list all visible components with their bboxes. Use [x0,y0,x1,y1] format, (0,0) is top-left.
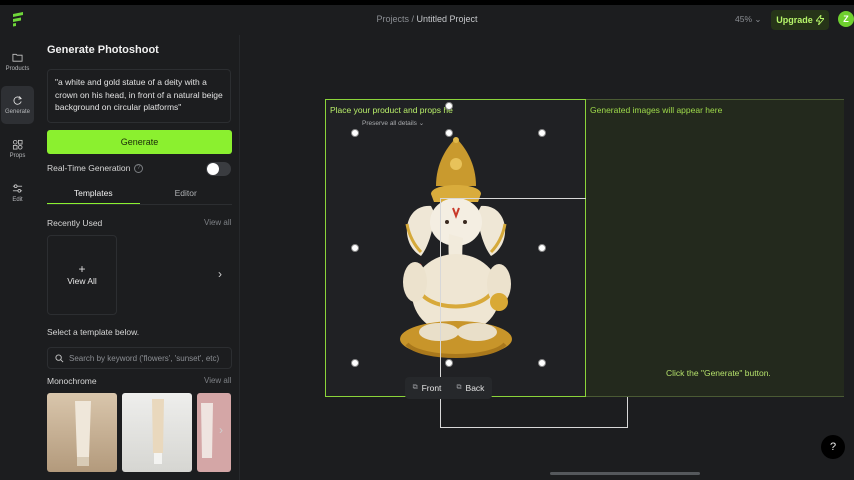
resize-handle-left[interactable] [351,244,359,252]
horizontal-scrollbar[interactable] [550,472,700,475]
info-icon[interactable]: ? [134,163,144,173]
generate-button[interactable]: Generate [47,130,232,154]
tab-templates[interactable]: Templates [47,185,140,204]
tab-editor[interactable]: Editor [140,185,233,204]
rail-label: Products [5,66,30,72]
prompt-input[interactable]: "a white and gold statue of a deity with… [47,69,231,123]
breadcrumb: Projects / Untitled Project [0,14,854,24]
resize-handle-bottom-left[interactable] [351,359,359,367]
template-search-input[interactable] [69,353,229,363]
zoom-level: 45% [735,14,753,24]
layer-order-toolbar: ⧉ Front ⧉ Back [405,377,492,399]
chevron-right-icon[interactable]: › [219,423,223,437]
bring-to-front-button[interactable]: ⧉ Front [413,383,442,393]
rail-label: Edit [12,197,23,203]
recently-used-view-all-link[interactable]: View all [204,218,231,227]
layers-icon: ⧉ [456,384,462,391]
rotate-handle[interactable] [445,102,453,110]
refresh-icon [13,96,22,105]
resize-handle-bottom[interactable] [445,359,453,367]
preserve-label: Preserve all details [362,120,417,127]
chevron-down-icon: ⌄ [418,120,425,127]
front-label: Front [421,383,442,393]
template-thumbnail-tube-white[interactable] [122,393,192,472]
rail-item-products[interactable]: Products [1,43,34,81]
sliders-icon [12,184,23,193]
resize-handle-top-left[interactable] [351,129,359,137]
breadcrumb-projects[interactable]: Projects / [376,14,414,24]
send-to-back-button[interactable]: ⧉ Back [457,383,485,393]
rail-item-edit[interactable]: Edit [1,174,34,212]
product-placement-area[interactable]: Place your product and props he Preserve… [325,99,628,428]
view-all-card-label: View All [67,276,97,286]
generate-panel: Generate Photoshoot "a white and gold st… [36,35,240,480]
recently-used-title: Recently Used [47,218,103,228]
panel-title: Generate Photoshoot [47,44,159,56]
realtime-label: Real-Time Generation [47,163,131,173]
template-thumbnail-tube-beige[interactable] [47,393,117,472]
tube-image [47,393,117,472]
realtime-generation-row: Real-Time Generation ? [47,163,144,173]
tube-image [197,393,231,472]
plus-icon: + [78,262,86,276]
rail-label: Generate [4,109,31,115]
panel-tabs: Templates Editor [47,185,232,205]
lightning-icon [815,15,824,25]
resize-handle-top-right[interactable] [538,129,546,137]
left-rail: Products Generate Props Edit [0,35,36,480]
chevron-down-icon: ⌄ [754,14,762,24]
generate-hint-text: Click the "Generate" button. [666,368,771,378]
help-button[interactable]: ? [821,435,845,459]
top-bar: Projects / Untitled Project 45% ⌄ Upgrad… [0,5,854,35]
realtime-toggle[interactable] [206,162,231,176]
back-label: Back [465,383,485,393]
resize-handle-top[interactable] [445,129,453,137]
layers-icon: ⧉ [412,384,418,391]
toggle-knob [207,163,219,175]
zoom-dropdown[interactable]: 45% ⌄ [735,14,762,25]
search-icon [55,353,64,362]
resize-handle-bottom-right[interactable] [538,359,546,367]
view-all-card[interactable]: + View All [47,235,117,315]
placement-hint: Place your product and props he [330,105,453,115]
upgrade-button[interactable]: Upgrade [771,10,829,30]
folder-icon [12,53,23,62]
resize-handle-right[interactable] [538,244,546,252]
preserve-details-dropdown[interactable]: Preserve all details ⌄ [362,119,424,127]
monochrome-view-all-link[interactable]: View all [204,376,231,385]
monochrome-title: Monochrome [47,376,97,386]
canvas-area: Place your product and props he Preserve… [240,35,854,480]
chevron-right-icon[interactable]: › [218,267,222,281]
generated-images-area: Generated images will appear here Click … [586,99,844,397]
app-window: Projects / Untitled Project 45% ⌄ Upgrad… [0,5,854,480]
rail-item-generate[interactable]: Generate [1,86,34,124]
shapes-icon [12,139,23,150]
breadcrumb-project-name[interactable]: Untitled Project [417,14,478,24]
tube-image [122,393,192,472]
generated-placeholder-text: Generated images will appear here [590,105,723,115]
template-search [47,347,232,369]
select-template-title: Select a template below. [47,327,140,337]
template-thumbnail-tube-pink[interactable]: › [197,393,231,472]
rail-label: Props [9,153,26,159]
upgrade-label: Upgrade [776,15,813,25]
rail-item-props[interactable]: Props [1,130,34,168]
user-avatar[interactable]: Z [838,11,854,27]
